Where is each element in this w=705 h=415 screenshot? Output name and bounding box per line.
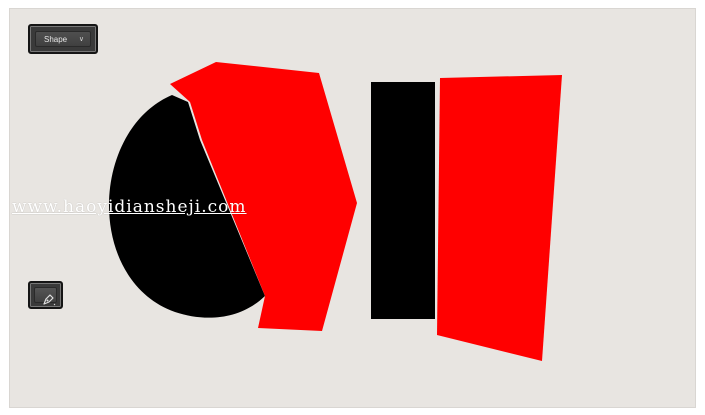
pen-tool-button-face[interactable] bbox=[34, 287, 57, 306]
red-quadrilateral-shape[interactable] bbox=[437, 75, 562, 361]
screenshot-frame: Shape ∨ www.haoyidiansheji.com bbox=[0, 0, 705, 415]
shape-mode-dropdown[interactable]: Shape ∨ bbox=[28, 24, 98, 54]
chevron-down-icon: ∨ bbox=[78, 36, 84, 43]
black-rectangle-shape[interactable] bbox=[371, 82, 435, 319]
pen-tool-icon bbox=[43, 294, 56, 306]
shape-mode-label: Shape bbox=[44, 35, 68, 44]
shape-mode-dropdown-field[interactable]: Shape ∨ bbox=[35, 31, 91, 47]
pen-tool-button[interactable] bbox=[28, 281, 63, 309]
watermark-text: www.haoyidiansheji.com bbox=[12, 197, 247, 217]
